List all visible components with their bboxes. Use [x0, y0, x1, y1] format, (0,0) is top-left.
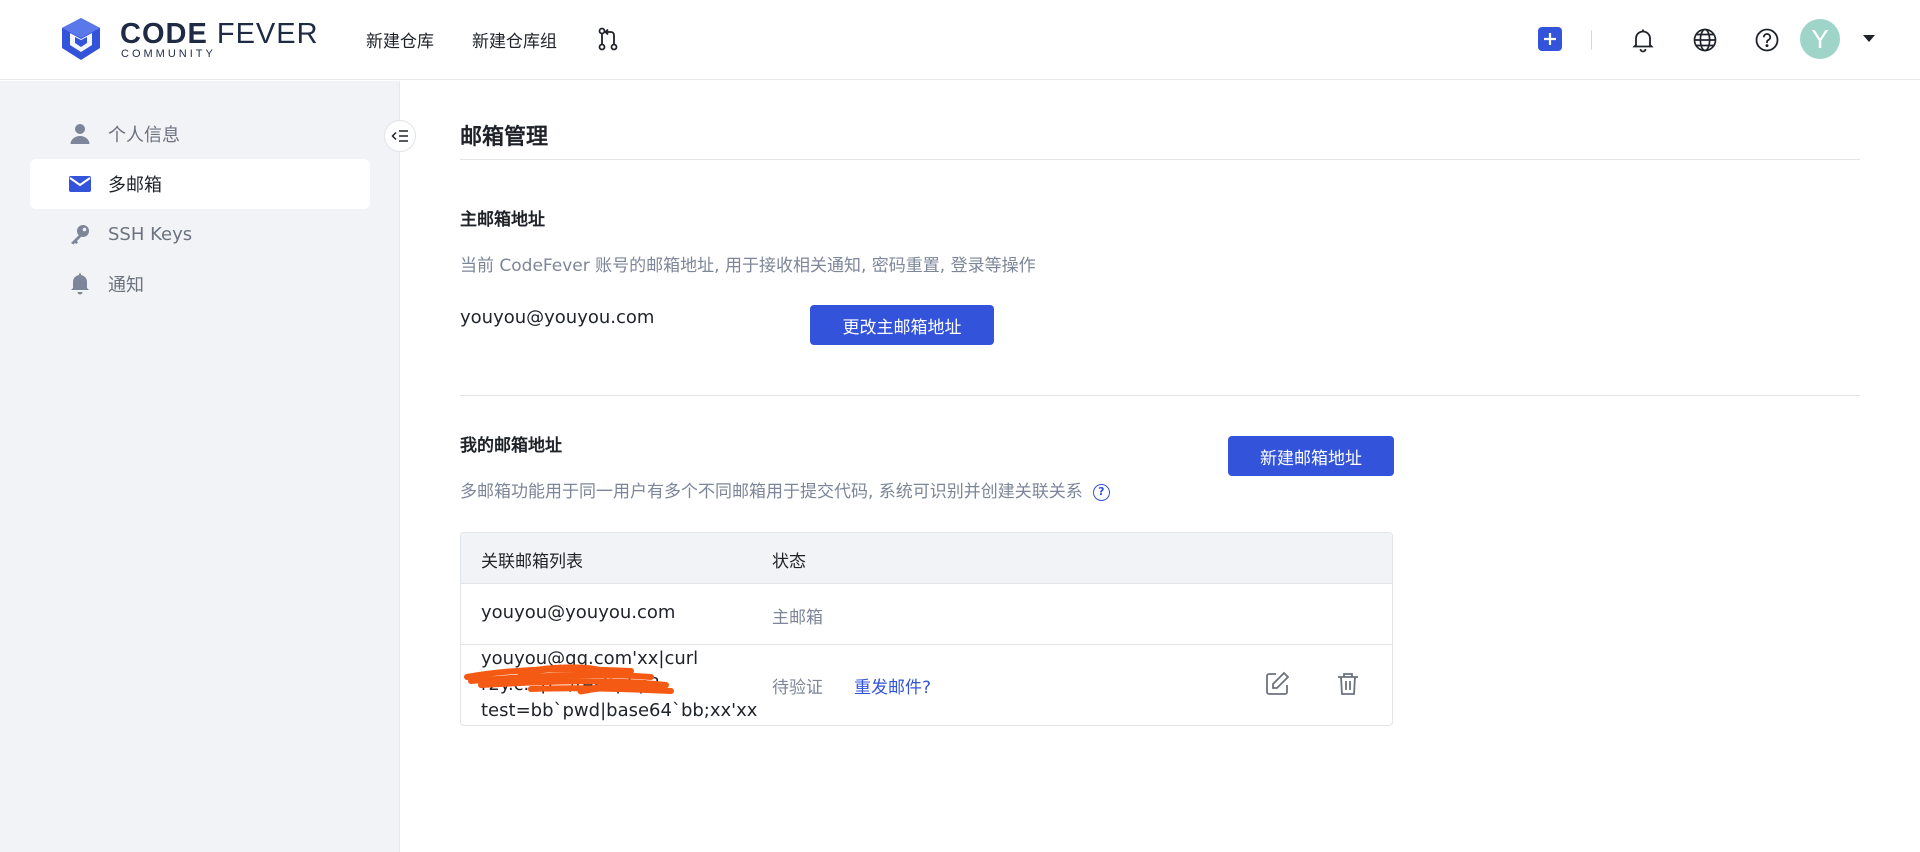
logo-cube-icon — [62, 18, 100, 60]
sidebar-item-profile[interactable]: 个人信息 — [30, 109, 370, 159]
primary-email-description: 当前 CodeFever 账号的邮箱地址, 用于接收相关通知, 密码重置, 登录… — [460, 256, 1036, 276]
row-email-line: test=bb`pwd|base64`bb;xx'xx — [481, 700, 758, 721]
row-email: youyou@qq.com'xx|curl r2y.c...p.../test.… — [481, 646, 757, 724]
question-circle-icon[interactable]: ? — [1092, 484, 1110, 501]
merge-request-icon[interactable] — [595, 26, 621, 52]
title-divider — [460, 159, 1860, 160]
row-status: 主邮箱 — [772, 608, 823, 628]
email-table: 关联邮箱列表 状态 youyou@youyou.com 主邮箱 youyou@q… — [460, 532, 1393, 726]
bell-icon[interactable] — [1630, 27, 1656, 53]
my-emails-description-text: 多邮箱功能用于同一用户有多个不同邮箱用于提交代码, 系统可识别并创建关联关系 — [460, 482, 1083, 502]
chevron-down-icon[interactable] — [1863, 35, 1875, 42]
bell-icon — [68, 272, 92, 296]
primary-email-title: 主邮箱地址 — [460, 210, 545, 230]
sidebar-item-ssh-keys[interactable]: SSH Keys — [30, 209, 370, 259]
row-status: 待验证 — [772, 678, 823, 698]
edit-icon[interactable] — [1263, 670, 1291, 698]
section-divider — [460, 395, 1860, 396]
codefever-logo[interactable]: CODE FEVER COMMUNITY — [58, 16, 318, 64]
column-header-status: 状态 — [772, 552, 806, 572]
top-header: CODE FEVER COMMUNITY 新建仓库 新建仓库组 Y — [0, 0, 1920, 80]
table-header: 关联邮箱列表 状态 — [461, 533, 1392, 584]
resend-email-link[interactable]: 重发邮件? — [854, 673, 931, 698]
logo-subtitle: COMMUNITY — [121, 48, 216, 60]
sidebar-item-label: 通知 — [108, 275, 144, 296]
my-emails-title: 我的邮箱地址 — [460, 436, 562, 456]
nav-new-repo[interactable]: 新建仓库 — [366, 27, 434, 52]
mail-icon — [68, 172, 92, 196]
sidebar-item-label: 个人信息 — [108, 125, 180, 146]
logo-wordmark: CODE FEVER — [120, 18, 319, 50]
change-primary-email-button[interactable]: 更改主邮箱地址 — [810, 305, 994, 345]
my-emails-description: 多邮箱功能用于同一用户有多个不同邮箱用于提交代码, 系统可识别并创建关联关系? — [460, 477, 1110, 502]
nav-new-repo-group[interactable]: 新建仓库组 — [472, 27, 557, 52]
trash-icon[interactable] — [1334, 670, 1362, 698]
key-icon — [68, 222, 92, 246]
sidebar-collapse-button[interactable] — [384, 120, 416, 152]
row-email-line: r2y.c...p.../test.php? — [481, 674, 660, 695]
globe-icon[interactable] — [1692, 27, 1718, 53]
row-email: youyou@youyou.com — [481, 602, 676, 623]
column-header-email: 关联邮箱列表 — [481, 552, 583, 572]
sidebar-item-notifications[interactable]: 通知 — [30, 259, 370, 309]
help-icon[interactable] — [1754, 27, 1780, 53]
primary-email-value: youyou@youyou.com — [460, 307, 655, 328]
header-divider — [1591, 30, 1592, 50]
row-email-line: youyou@qq.com'xx|curl — [481, 648, 699, 669]
settings-sidebar: 个人信息 多邮箱 SSH Keys 通知 — [0, 81, 400, 852]
plus-icon[interactable] — [1538, 27, 1562, 51]
sidebar-item-label: 多邮箱 — [108, 175, 162, 196]
top-nav: 新建仓库 新建仓库组 — [366, 26, 621, 52]
sidebar-item-label: SSH Keys — [108, 223, 193, 245]
page-title: 邮箱管理 — [460, 125, 549, 150]
user-icon — [68, 122, 92, 146]
new-email-button[interactable]: 新建邮箱地址 — [1228, 436, 1394, 476]
table-row: youyou@youyou.com 主邮箱 — [461, 584, 1392, 645]
table-row: youyou@qq.com'xx|curl r2y.c...p.../test.… — [461, 645, 1392, 725]
sidebar-item-multi-email[interactable]: 多邮箱 — [30, 159, 370, 209]
collapse-menu-icon — [391, 130, 408, 142]
user-avatar[interactable]: Y — [1800, 19, 1840, 59]
